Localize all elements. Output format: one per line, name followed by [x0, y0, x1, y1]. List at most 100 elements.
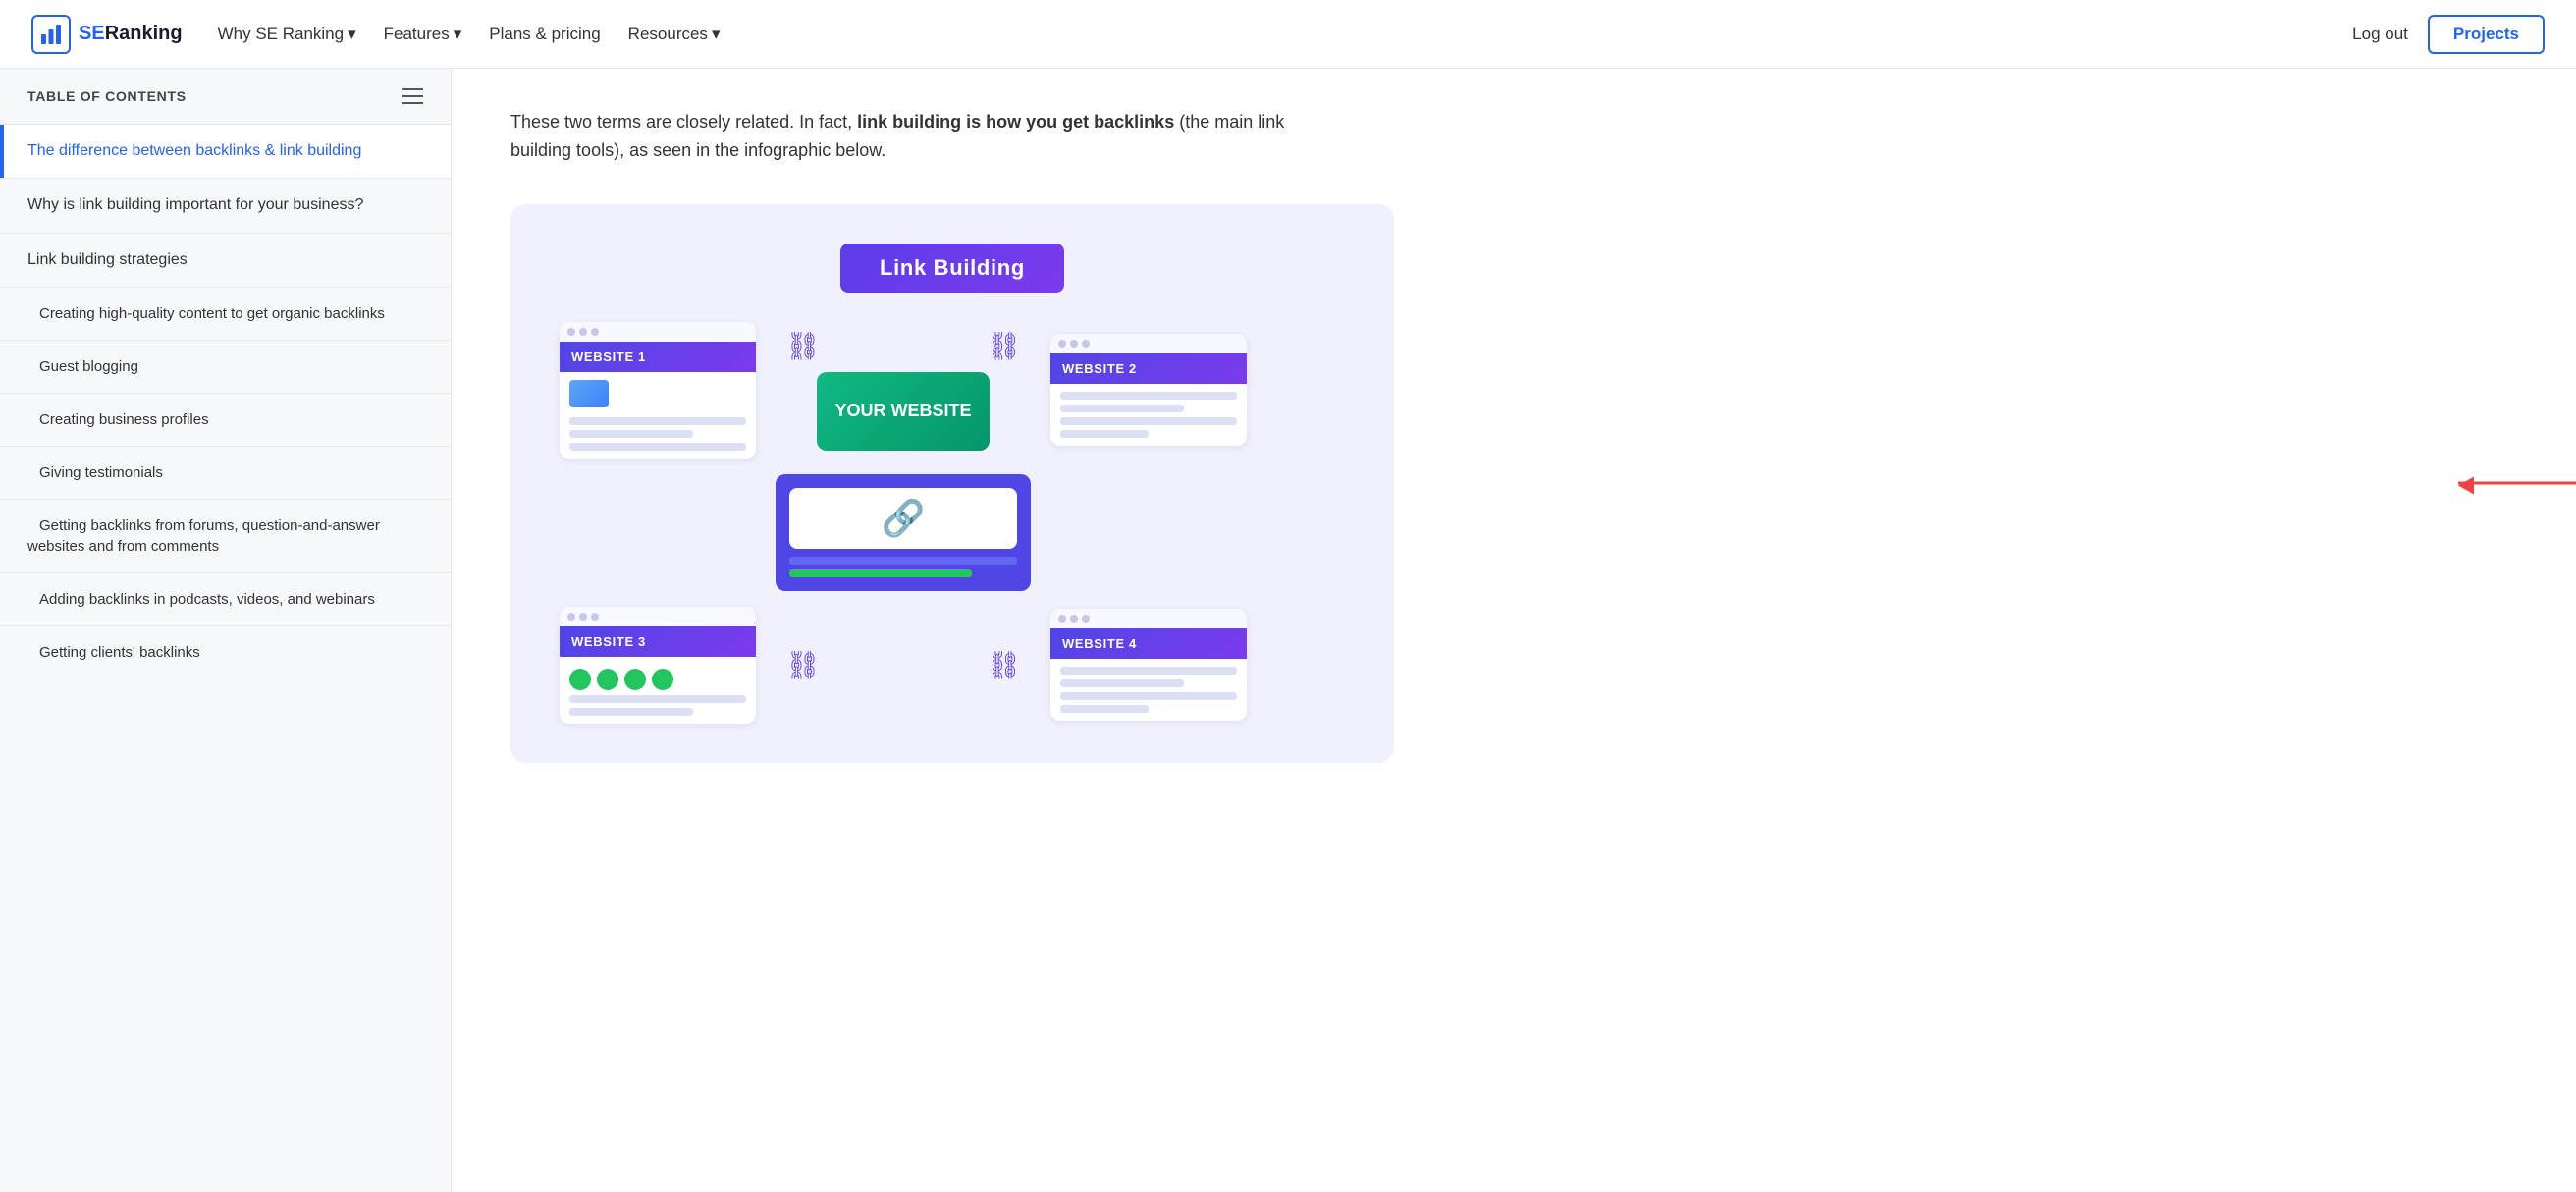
- nav-features-label: Features: [384, 25, 450, 44]
- nav-item-resources[interactable]: Resources ▾: [628, 25, 721, 44]
- card1-body: [560, 372, 756, 459]
- toc-sub-podcasts: Adding backlinks in podcasts, videos, an…: [27, 591, 375, 608]
- sidebar: TABLE OF CONTENTS The difference between…: [0, 69, 452, 1192]
- card3-dots: [560, 607, 756, 626]
- intro-bold: link building is how you get backlinks: [857, 112, 1174, 132]
- projects-button[interactable]: Projects: [2428, 15, 2545, 54]
- intro-paragraph: These two terms are closely related. In …: [510, 108, 1296, 165]
- page-layout: TABLE OF CONTENTS The difference between…: [0, 69, 2576, 1192]
- chain-left-icon: ⛓: [785, 330, 821, 362]
- chevron-down-icon: ▾: [712, 25, 721, 44]
- red-arrow-icon: [2458, 482, 2576, 485]
- logo-icon: [31, 15, 71, 54]
- toc-item-forums[interactable]: Getting backlinks from forums, question-…: [0, 499, 451, 572]
- link-symbol-icon: 🔗: [882, 498, 926, 539]
- website3-header: WEBSITE 3: [560, 626, 756, 657]
- toc-link-backlinks[interactable]: The difference between backlinks & link …: [27, 142, 361, 159]
- infographic: Link Building WEBSITE 1: [510, 204, 1394, 763]
- card3-block2: [569, 708, 693, 716]
- card2-body: [1050, 384, 1247, 446]
- link-line2: [789, 569, 972, 577]
- chevron-down-icon: ▾: [348, 25, 356, 44]
- nav-items: Why SE Ranking ▾ Features ▾ Plans & pric…: [218, 25, 721, 44]
- nav-why-label: Why SE Ranking: [218, 25, 345, 44]
- link-symbol-box: 🔗: [789, 488, 1017, 549]
- card4-dots: [1050, 609, 1247, 628]
- toc-text-strategies: Link building strategies: [27, 251, 188, 268]
- card1-thumb: [569, 380, 609, 407]
- nav-right: Log out Projects: [2352, 15, 2545, 54]
- website4-header: WEBSITE 4: [1050, 628, 1247, 659]
- center-top: ⛓ ⛓ YOUR WEBSITE: [776, 330, 1031, 451]
- toc-sub-clients: Getting clients' backlinks: [27, 644, 200, 661]
- link-line1: [789, 557, 1017, 565]
- card2-block3: [1060, 417, 1237, 425]
- center-link-card: 🔗: [776, 474, 1031, 591]
- website2-header: WEBSITE 2: [1050, 353, 1247, 384]
- toc-list: The difference between backlinks & link …: [0, 124, 451, 678]
- card1-block3: [569, 443, 746, 451]
- card4-block4: [1060, 705, 1149, 713]
- nav-left: SERanking Why SE Ranking ▾ Features ▾ Pl…: [31, 15, 720, 54]
- card4-block1: [1060, 667, 1237, 675]
- website-card-4: WEBSITE 4: [1050, 609, 1247, 721]
- toc-item-high-quality[interactable]: Creating high-quality content to get org…: [0, 287, 451, 340]
- toc-header: TABLE OF CONTENTS: [0, 69, 451, 124]
- toc-sub-high-quality: Creating high-quality content to get org…: [27, 305, 385, 322]
- nav-item-why[interactable]: Why SE Ranking ▾: [218, 25, 356, 44]
- card2-block4: [1060, 430, 1149, 438]
- logo-se-text: SE: [79, 23, 105, 44]
- card3-block1: [569, 695, 746, 703]
- card2-block2: [1060, 405, 1184, 412]
- toc-text-why-important: Why is link building important for your …: [27, 196, 363, 213]
- card2-block1: [1060, 392, 1237, 400]
- website-card-1: WEBSITE 1: [560, 322, 756, 459]
- nav-item-plans[interactable]: Plans & pricing: [489, 25, 600, 44]
- toc-item-backlinks[interactable]: The difference between backlinks & link …: [0, 124, 451, 178]
- logo[interactable]: SERanking: [31, 15, 183, 54]
- infographic-container: Link Building WEBSITE 1: [510, 204, 2517, 763]
- navbar: SERanking Why SE Ranking ▾ Features ▾ Pl…: [0, 0, 2576, 69]
- circle2: [597, 669, 618, 690]
- toc-item-testimonials[interactable]: Giving testimonials: [0, 446, 451, 499]
- toc-item-business-profiles[interactable]: Creating business profiles: [0, 393, 451, 446]
- card1-dots: [560, 322, 756, 342]
- card3-body: [560, 657, 756, 724]
- website-card-2: WEBSITE 2: [1050, 334, 1247, 446]
- your-website-card: YOUR WEBSITE: [817, 372, 989, 451]
- main-content: These two terms are closely related. In …: [452, 69, 2576, 1192]
- toc-sub-forums: Getting backlinks from forums, question-…: [27, 517, 380, 555]
- nav-item-features[interactable]: Features ▾: [384, 25, 462, 44]
- infographic-title: Link Building: [840, 244, 1064, 293]
- toc-title: TABLE OF CONTENTS: [27, 88, 187, 104]
- card4-body: [1050, 659, 1247, 721]
- card3-circles: [569, 669, 746, 690]
- hamburger-icon[interactable]: [402, 88, 423, 104]
- circle1: [569, 669, 591, 690]
- circle4: [652, 669, 673, 690]
- toc-item-podcasts[interactable]: Adding backlinks in podcasts, videos, an…: [0, 572, 451, 625]
- chain-bottom-right-icon: ⛓: [986, 649, 1021, 681]
- your-website-label: YOUR WEBSITE: [834, 401, 971, 421]
- toc-item-guest-blogging[interactable]: Guest blogging: [0, 340, 451, 393]
- card1-block1: [569, 417, 746, 425]
- card2-dots: [1050, 334, 1247, 353]
- nav-plans-label: Plans & pricing: [489, 25, 600, 44]
- toc-item-clients[interactable]: Getting clients' backlinks: [0, 625, 451, 678]
- toc-item-why-important[interactable]: Why is link building important for your …: [0, 178, 451, 232]
- logout-button[interactable]: Log out: [2352, 25, 2408, 44]
- toc-sub-testimonials: Giving testimonials: [27, 464, 163, 481]
- chevron-down-icon: ▾: [454, 25, 462, 44]
- card1-block2: [569, 430, 693, 438]
- toc-sub-business-profiles: Creating business profiles: [27, 411, 209, 428]
- nav-resources-label: Resources: [628, 25, 708, 44]
- toc-item-strategies[interactable]: Link building strategies: [0, 233, 451, 287]
- circle3: [624, 669, 646, 690]
- toc-sub-guest-blogging: Guest blogging: [27, 358, 138, 375]
- logo-ranking-text: Ranking: [105, 23, 183, 44]
- intro-text-1: These two terms are closely related. In …: [510, 112, 857, 132]
- center-bottom-chains: ⛓ ⛓: [776, 649, 1031, 681]
- chain-right-icon: ⛓: [986, 330, 1021, 362]
- center-link-lines: [789, 557, 1017, 577]
- card4-block3: [1060, 692, 1237, 700]
